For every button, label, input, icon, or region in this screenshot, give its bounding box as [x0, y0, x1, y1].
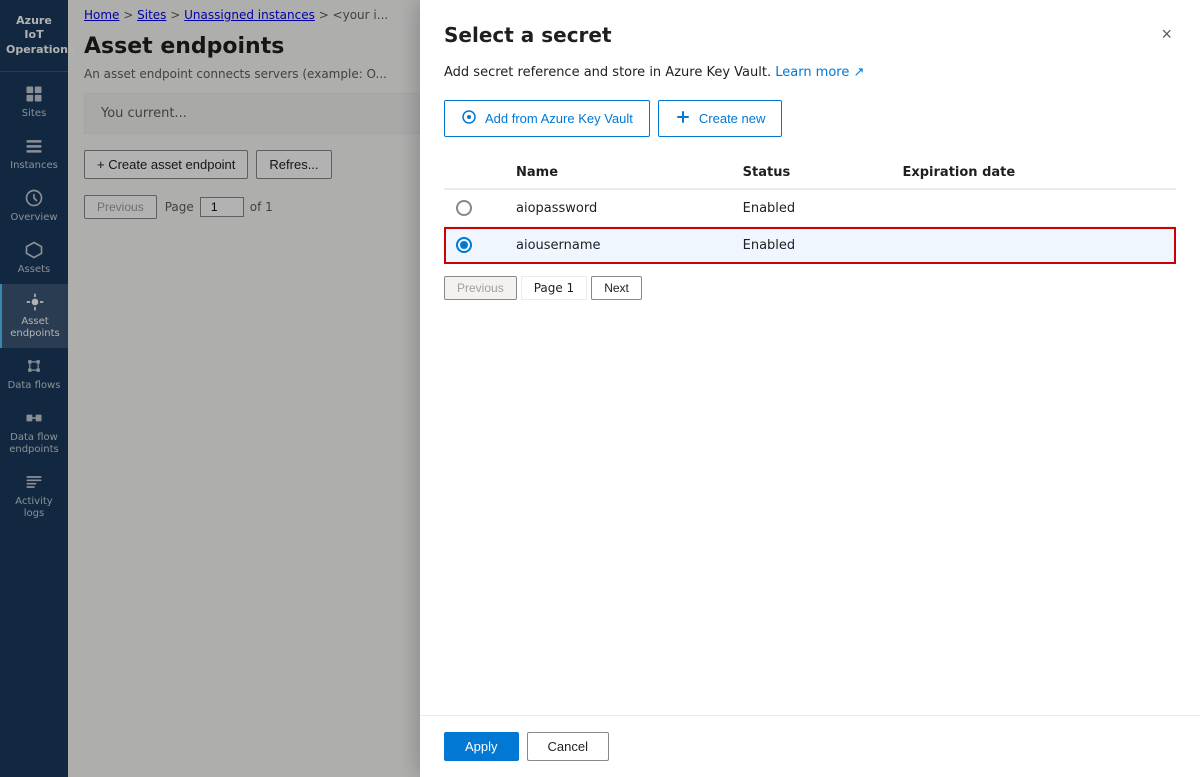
- secret-expiration-1: [890, 189, 1176, 227]
- radio-cell-2[interactable]: [444, 227, 504, 264]
- secret-status-2: Enabled: [731, 227, 891, 264]
- dialog-title: Select a secret: [444, 23, 612, 47]
- secret-status-1: Enabled: [731, 189, 891, 227]
- table-pagination: Previous Page 1 Next: [444, 276, 1176, 300]
- select-secret-dialog: Select a secret × Add secret reference a…: [420, 0, 1200, 777]
- table-next-button[interactable]: Next: [591, 276, 642, 300]
- cancel-button[interactable]: Cancel: [527, 732, 609, 761]
- radio-aiousername[interactable]: [456, 237, 472, 253]
- action-buttons: Add from Azure Key Vault Create new: [444, 100, 1176, 137]
- close-dialog-button[interactable]: ×: [1157, 20, 1176, 49]
- secrets-table: Name Status Expiration date aiopassword …: [444, 157, 1176, 264]
- close-icon: ×: [1161, 24, 1172, 45]
- table-row[interactable]: aiopassword Enabled: [444, 189, 1176, 227]
- description-text: Add secret reference and store in Azure …: [444, 65, 771, 80]
- secret-name-1: aiopassword: [504, 189, 731, 227]
- secret-expiration-2: [890, 227, 1176, 264]
- learn-more-link[interactable]: Learn more ↗: [775, 65, 864, 80]
- col-expiration-header: Expiration date: [890, 157, 1176, 189]
- table-row-selected[interactable]: aiousername Enabled: [444, 227, 1176, 264]
- create-new-icon: [675, 109, 691, 128]
- col-name-header: Name: [504, 157, 731, 189]
- table-page-label: Page 1: [521, 276, 588, 300]
- apply-button[interactable]: Apply: [444, 732, 519, 761]
- radio-cell-1[interactable]: [444, 189, 504, 227]
- add-from-vault-label: Add from Azure Key Vault: [485, 111, 633, 126]
- col-status-header: Status: [731, 157, 891, 189]
- secret-name-2: aiousername: [504, 227, 731, 264]
- key-vault-icon: [461, 109, 477, 128]
- col-name: [444, 157, 504, 189]
- create-new-button[interactable]: Create new: [658, 100, 782, 137]
- radio-aiopassword[interactable]: [456, 200, 472, 216]
- dialog-body: Add secret reference and store in Azure …: [420, 57, 1200, 715]
- external-link-icon: ↗: [854, 65, 865, 80]
- dialog-footer: Apply Cancel: [420, 715, 1200, 777]
- add-from-vault-button[interactable]: Add from Azure Key Vault: [444, 100, 650, 137]
- dialog-description: Add secret reference and store in Azure …: [444, 65, 1176, 80]
- create-new-label: Create new: [699, 111, 765, 126]
- dialog-header: Select a secret ×: [420, 0, 1200, 57]
- table-previous-button[interactable]: Previous: [444, 276, 517, 300]
